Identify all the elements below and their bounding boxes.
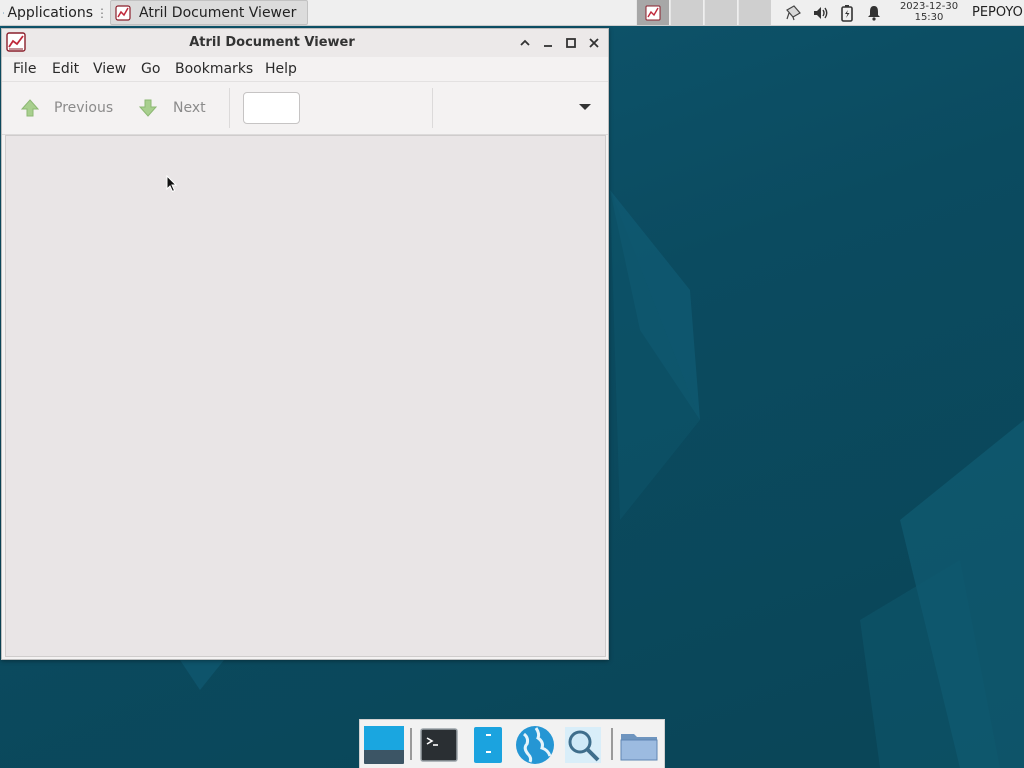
workspace-2[interactable] <box>670 0 703 25</box>
document-view[interactable] <box>5 135 606 657</box>
arrow-down-icon <box>138 99 158 117</box>
atril-mini-icon <box>645 5 661 20</box>
workspace-3[interactable] <box>704 0 737 25</box>
clock-time: 15:30 <box>914 12 944 23</box>
network-icon[interactable] <box>784 4 802 22</box>
menu-bar: File Edit View Go Bookmarks Help <box>2 57 608 82</box>
applications-label: Applications <box>7 4 93 21</box>
notification-bell-icon[interactable] <box>865 4 883 22</box>
dock-separator <box>410 728 412 760</box>
terminal-icon[interactable] <box>418 724 460 766</box>
next-label: Next <box>173 100 206 116</box>
user-menu[interactable]: PEPOYO <box>972 5 1023 20</box>
close-window-button[interactable] <box>586 35 602 51</box>
toolbar: Previous Next <box>2 82 608 135</box>
file-manager-icon[interactable] <box>467 724 509 766</box>
window-title: Atril Document Viewer <box>189 35 355 50</box>
window-titlebar[interactable]: Atril Document Viewer <box>2 29 608 58</box>
next-page-button[interactable]: Next <box>138 96 206 120</box>
atril-app-icon <box>115 4 131 21</box>
menu-edit[interactable]: Edit <box>52 61 79 77</box>
toolbar-separator <box>229 88 230 128</box>
workspace-1[interactable] <box>636 0 669 25</box>
workspace-4[interactable] <box>738 0 771 25</box>
top-panel: Applications ⋮ Atril Document Viewer 202 <box>0 0 1024 26</box>
previous-label: Previous <box>54 100 114 116</box>
mouse-cursor-icon <box>166 175 178 193</box>
clock[interactable]: 2023-12-30 15:30 <box>894 1 964 23</box>
menu-file[interactable]: File <box>13 61 36 77</box>
minimize-window-button[interactable] <box>540 35 556 51</box>
battery-icon[interactable] <box>838 4 856 22</box>
show-desktop-icon[interactable] <box>363 724 405 766</box>
shade-window-button[interactable] <box>517 35 533 51</box>
taskbar-atril-button[interactable]: Atril Document Viewer <box>110 0 308 25</box>
taskbar-atril-label: Atril Document Viewer <box>139 4 297 21</box>
menu-view[interactable]: View <box>93 61 126 77</box>
app-finder-icon[interactable] <box>562 724 604 766</box>
arrow-up-icon <box>20 99 40 117</box>
toolbar-separator <box>432 88 433 128</box>
page-number-input[interactable] <box>243 92 300 124</box>
dock-separator <box>611 728 613 760</box>
atril-window: Atril Document Viewer File Edit View Go … <box>1 28 609 660</box>
panel-separator-icon: ⋮ <box>96 5 108 20</box>
menu-help[interactable]: Help <box>265 61 297 77</box>
menu-go[interactable]: Go <box>141 61 160 77</box>
previous-page-button[interactable]: Previous <box>20 96 113 120</box>
applications-menu-button[interactable]: Applications ⋮ <box>0 0 108 25</box>
web-browser-icon[interactable] <box>514 724 556 766</box>
dock <box>359 719 665 768</box>
menu-bookmarks[interactable]: Bookmarks <box>175 61 253 77</box>
volume-icon[interactable] <box>812 4 830 22</box>
xfce-logo-icon <box>3 11 5 14</box>
maximize-window-button[interactable] <box>563 35 579 51</box>
clock-date: 2023-12-30 <box>899 1 959 12</box>
chevron-down-icon[interactable] <box>578 102 592 112</box>
folder-icon[interactable] <box>618 724 660 766</box>
